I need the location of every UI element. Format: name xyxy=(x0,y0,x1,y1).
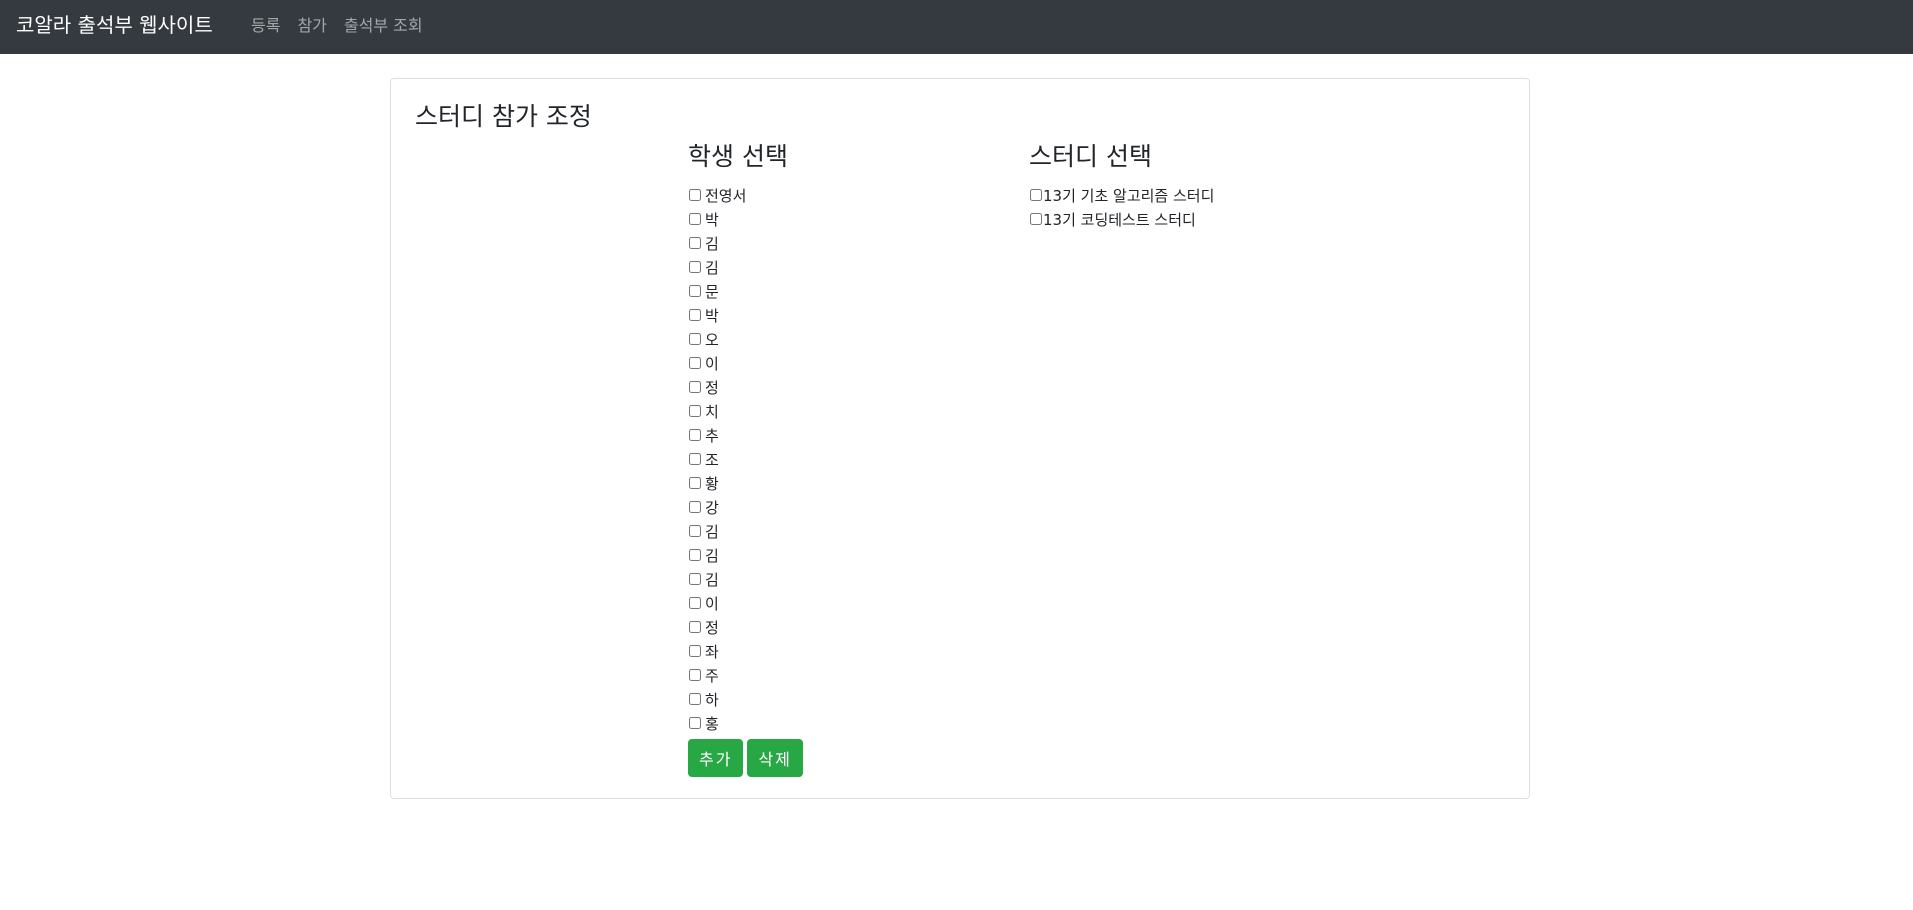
student-item-label: 조 xyxy=(705,450,719,469)
student-selection-heading: 학생 선택 xyxy=(688,142,788,171)
student-item-checkbox[interactable] xyxy=(689,501,701,513)
student-item: 이 xyxy=(688,351,803,375)
student-item-label: 추 xyxy=(705,426,719,445)
student-item-label: 좌 xyxy=(705,642,719,661)
student-item-checkbox[interactable] xyxy=(689,549,701,561)
student-list: 전영서 박 김 김 문 박 오 이 정 치 추 조 황 강 김 김 김 이 정 좌 주 하 홍 xyxy=(688,183,803,735)
student-item: 이 xyxy=(688,591,803,615)
student-item: 박 xyxy=(688,207,803,231)
student-item-checkbox[interactable] xyxy=(689,453,701,465)
nav-links: 등록 참가 출석부 조회 xyxy=(251,15,440,37)
student-item: 좌 xyxy=(688,639,803,663)
student-item-checkbox[interactable] xyxy=(689,405,701,417)
student-item-label: 홍 xyxy=(705,714,719,733)
student-item-checkbox[interactable] xyxy=(689,717,701,729)
student-item-label: 김 xyxy=(705,546,719,565)
study-item-label: 13기 기초 알고리즘 스터디 xyxy=(1043,186,1215,205)
student-item-checkbox[interactable] xyxy=(689,669,701,681)
study-item: 13기 코딩테스트 스터디 xyxy=(1029,207,1214,231)
student-item-label: 김 xyxy=(705,234,719,253)
student-item: 정 xyxy=(688,375,803,399)
student-item: 오 xyxy=(688,327,803,351)
student-item: 김 xyxy=(688,567,803,591)
study-selection-heading: 스터디 선택 xyxy=(1029,142,1152,171)
student-item: 전영서 xyxy=(688,183,803,207)
nav-link-attendance[interactable]: 출석부 조회 xyxy=(344,15,423,37)
student-item-label: 치 xyxy=(705,402,719,421)
navbar-brand[interactable]: 코알라 출석부 웹사이트 xyxy=(16,12,213,38)
student-item-label: 이 xyxy=(705,594,719,613)
student-item-label: 김 xyxy=(705,522,719,541)
student-item-checkbox[interactable] xyxy=(689,261,701,273)
student-item-checkbox[interactable] xyxy=(689,237,701,249)
student-item-label: 문 xyxy=(705,282,719,301)
student-item-label: 이 xyxy=(705,354,719,373)
student-item-label: 전영서 xyxy=(705,186,747,205)
student-item: 김 xyxy=(688,543,803,567)
student-item-checkbox[interactable] xyxy=(689,573,701,585)
student-item-label: 황 xyxy=(705,474,719,493)
student-item-checkbox[interactable] xyxy=(689,381,701,393)
student-item-checkbox[interactable] xyxy=(689,477,701,489)
student-item: 조 xyxy=(688,447,803,471)
student-item: 김 xyxy=(688,519,803,543)
student-item-checkbox[interactable] xyxy=(689,189,701,201)
student-item: 주 xyxy=(688,663,803,687)
top-navbar: 코알라 출석부 웹사이트 등록 참가 출석부 조회 xyxy=(0,0,1913,54)
student-item-checkbox[interactable] xyxy=(689,693,701,705)
study-item-label: 13기 코딩테스트 스터디 xyxy=(1043,210,1196,229)
student-item-label: 오 xyxy=(705,330,719,349)
study-list: 13기 기초 알고리즘 스터디 13기 코딩테스트 스터디 xyxy=(1029,183,1214,231)
action-buttons: 추가 삭제 xyxy=(688,739,803,777)
student-item-checkbox[interactable] xyxy=(689,333,701,345)
student-item: 문 xyxy=(688,279,803,303)
student-item-checkbox[interactable] xyxy=(689,525,701,537)
study-item-checkbox[interactable] xyxy=(1030,213,1042,225)
student-item-label: 강 xyxy=(705,498,719,517)
student-item: 박 xyxy=(688,303,803,327)
student-item: 정 xyxy=(688,615,803,639)
student-item-label: 정 xyxy=(705,618,719,637)
student-item-label: 박 xyxy=(705,210,719,229)
student-item-label: 김 xyxy=(705,570,719,589)
page-title: 스터디 참가 조정 xyxy=(415,102,592,131)
main-card: 스터디 참가 조정 학생 선택 전영서 박 김 김 문 박 오 이 정 치 추 조 황 강 김 김 김 이 정 좌 주 하… xyxy=(390,78,1530,799)
student-item-checkbox[interactable] xyxy=(689,645,701,657)
student-item-label: 하 xyxy=(705,690,719,709)
study-item-checkbox[interactable] xyxy=(1030,189,1042,201)
student-item: 김 xyxy=(688,231,803,255)
student-item: 하 xyxy=(688,687,803,711)
student-item-checkbox[interactable] xyxy=(689,285,701,297)
student-item: 김 xyxy=(688,255,803,279)
student-item-checkbox[interactable] xyxy=(689,213,701,225)
student-item: 황 xyxy=(688,471,803,495)
student-item: 강 xyxy=(688,495,803,519)
add-button[interactable]: 추가 xyxy=(688,739,744,777)
student-item-checkbox[interactable] xyxy=(689,309,701,321)
delete-button[interactable]: 삭제 xyxy=(747,739,803,777)
nav-link-register[interactable]: 등록 xyxy=(251,15,280,37)
student-item-label: 박 xyxy=(705,306,719,325)
student-item: 추 xyxy=(688,423,803,447)
student-item: 치 xyxy=(688,399,803,423)
student-item-checkbox[interactable] xyxy=(689,357,701,369)
student-item-label: 주 xyxy=(705,666,719,685)
nav-link-join[interactable]: 참가 xyxy=(297,15,326,37)
study-selection-column: 스터디 선택 13기 기초 알고리즘 스터디 13기 코딩테스트 스터디 xyxy=(1029,141,1214,231)
student-item: 홍 xyxy=(688,711,803,735)
student-item-label: 정 xyxy=(705,378,719,397)
student-item-checkbox[interactable] xyxy=(689,429,701,441)
student-item-checkbox[interactable] xyxy=(689,621,701,633)
student-item-label: 김 xyxy=(705,258,719,277)
student-item-checkbox[interactable] xyxy=(689,597,701,609)
study-item: 13기 기초 알고리즘 스터디 xyxy=(1029,183,1214,207)
student-selection-column: 학생 선택 전영서 박 김 김 문 박 오 이 정 치 추 조 황 강 김 김 김 이 정 좌 주 하 홍 추가 삭제 xyxy=(688,141,803,777)
